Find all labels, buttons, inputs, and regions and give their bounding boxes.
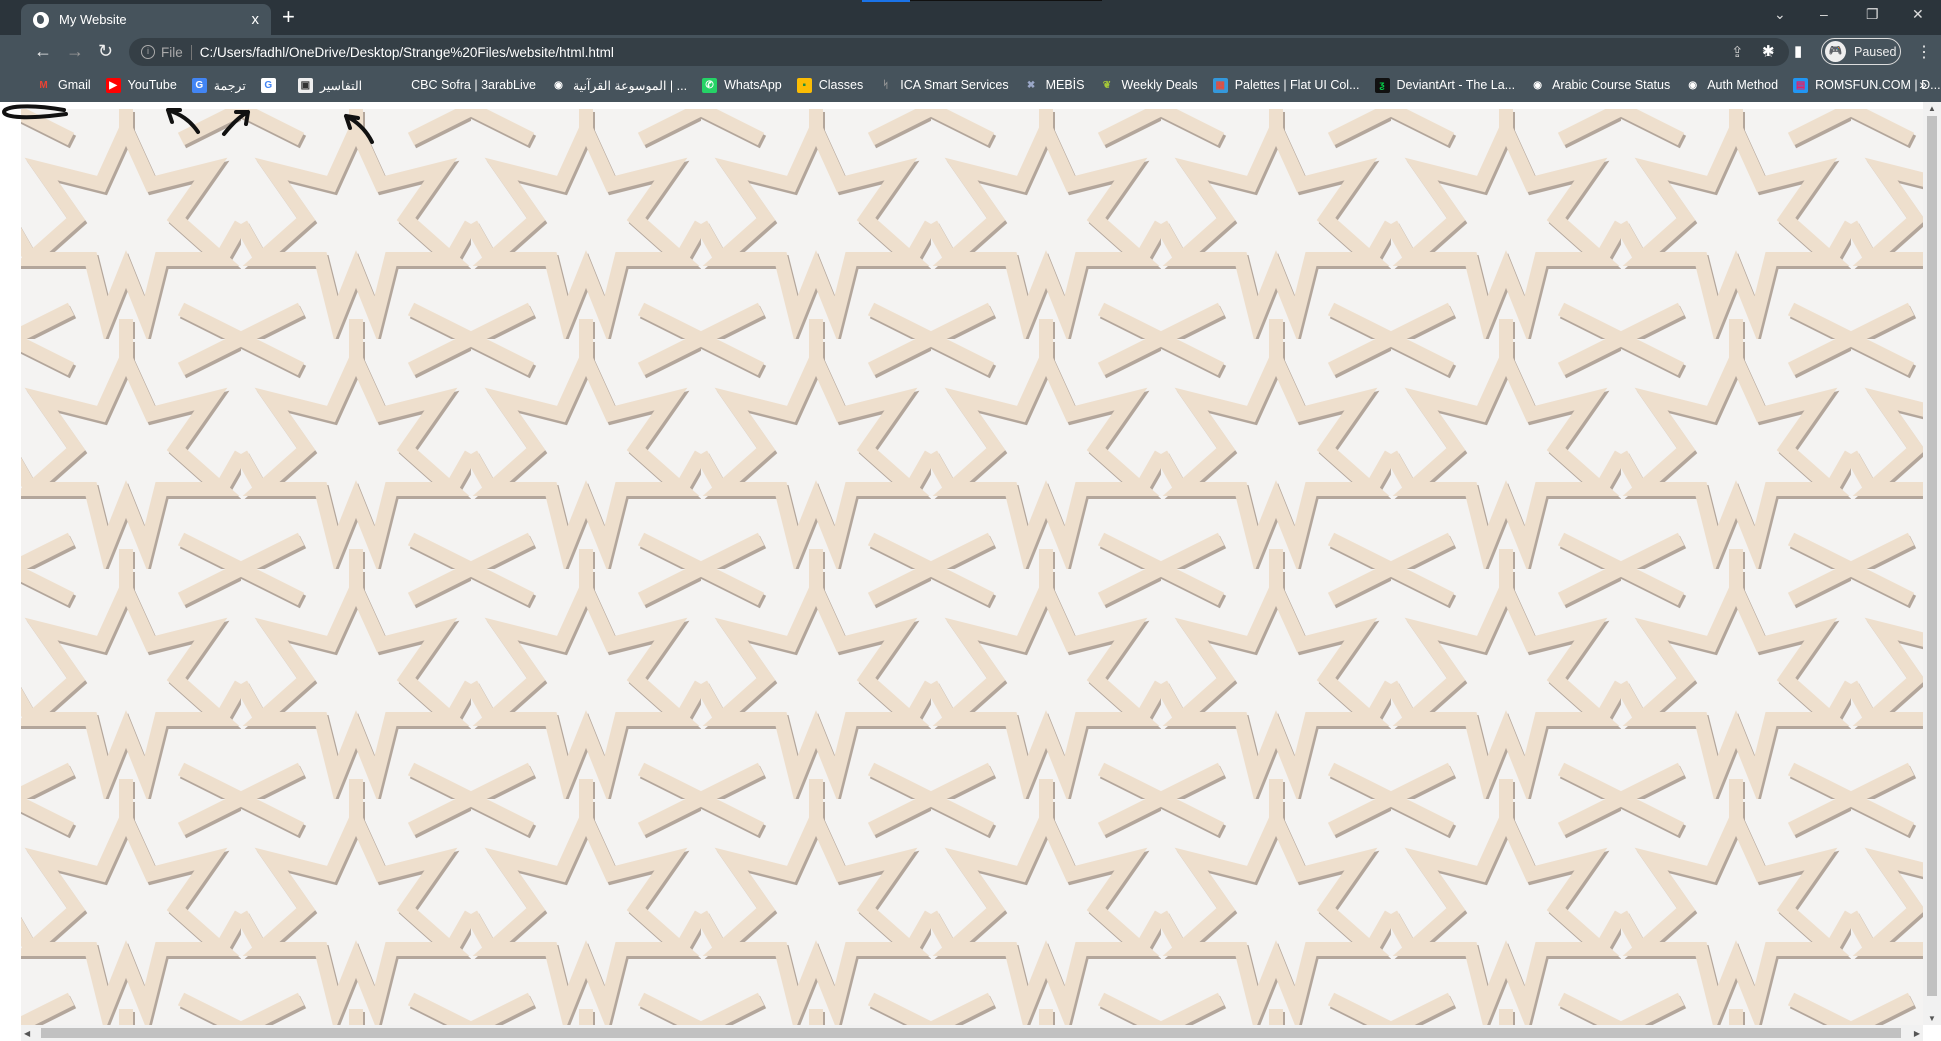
share-icon[interactable]: ⇪ bbox=[1731, 43, 1744, 61]
bookmarks-more-button[interactable]: » bbox=[1919, 76, 1927, 92]
scroll-left-arrow[interactable]: ◀ bbox=[24, 1029, 30, 1038]
url-text[interactable]: C:/Users/fadhl/OneDrive/Desktop/Strange%… bbox=[200, 45, 614, 60]
tab-my-website[interactable]: My Website x bbox=[21, 4, 271, 35]
scroll-right-arrow[interactable]: ▶ bbox=[1914, 1029, 1920, 1038]
scheme-label: File bbox=[161, 44, 192, 60]
globe-icon bbox=[33, 11, 49, 28]
restore-button[interactable]: ❐ bbox=[1866, 6, 1879, 23]
classroom-icon: ▪ bbox=[796, 77, 812, 93]
vertical-scrollbar[interactable]: ▲ ▼ bbox=[1923, 102, 1941, 1025]
bookmark-label: MEBİS bbox=[1045, 78, 1085, 92]
menu-icon[interactable]: ⋮ bbox=[1916, 42, 1932, 62]
romsfun-icon: ▤ bbox=[1793, 77, 1809, 93]
google-icon: G bbox=[260, 77, 276, 93]
bookmark-item[interactable]: ✆ WhatsApp bbox=[702, 77, 782, 93]
close-window-button[interactable]: ✕ bbox=[1912, 6, 1924, 23]
youtube-icon: ▶ bbox=[105, 77, 121, 93]
bookmark-label: YouTube bbox=[127, 78, 177, 92]
tab-indicator bbox=[862, 0, 910, 2]
bookmark-item[interactable]: ▶ YouTube bbox=[105, 77, 177, 93]
bookmark-label: ترجمة bbox=[213, 78, 246, 93]
tab-indicator-line bbox=[910, 0, 1102, 1]
mebis-icon: ✖ bbox=[1026, 79, 1036, 91]
bookmark-label: ICA Smart Services bbox=[900, 78, 1009, 92]
google-translate-icon: G bbox=[191, 77, 207, 93]
leaf-icon: ❦ bbox=[1102, 79, 1112, 91]
bookmark-label: Arabic Course Status bbox=[1552, 78, 1671, 92]
bookmark-item[interactable]: G bbox=[260, 77, 283, 93]
back-button[interactable]: ← bbox=[34, 41, 52, 62]
bookmark-item[interactable]: ◉ Auth Method bbox=[1685, 78, 1778, 93]
bookmark-label: التفاسير bbox=[319, 78, 363, 93]
bookmark-item[interactable]: ❦ Weekly Deals bbox=[1100, 78, 1198, 93]
avatar: 🎮 bbox=[1825, 41, 1846, 62]
bookmark-item[interactable]: ▪ Classes bbox=[796, 77, 864, 93]
extensions-icon[interactable]: ✱ bbox=[1762, 42, 1775, 60]
globe-icon: ◉ bbox=[1688, 79, 1698, 91]
profile-status: Paused bbox=[1854, 44, 1897, 59]
bookmark-label: الموسوعة القرآنية | ... bbox=[572, 78, 688, 93]
bookmark-item[interactable]: ▦ Palettes | Flat UI Col... bbox=[1212, 77, 1360, 93]
horizontal-scrollbar[interactable]: ◀ ▶ bbox=[21, 1025, 1923, 1041]
whatsapp-icon: ✆ bbox=[702, 77, 718, 93]
geometric-pattern bbox=[21, 109, 1923, 1025]
bookmark-item[interactable]: ✖ MEBİS bbox=[1024, 78, 1085, 93]
side-panel-icon[interactable]: ▮ bbox=[1794, 42, 1802, 60]
vertical-scroll-thumb[interactable] bbox=[1927, 116, 1937, 996]
info-icon[interactable]: i bbox=[141, 45, 155, 59]
new-tab-button[interactable]: + bbox=[282, 4, 295, 30]
gmail-icon: M bbox=[39, 79, 48, 91]
bookmark-label: Auth Method bbox=[1707, 78, 1779, 92]
address-bar[interactable]: i File C:/Users/fadhl/OneDrive/Desktop/S… bbox=[129, 38, 1789, 66]
bookmark-item[interactable]: CBC Sofra | 3arabLive bbox=[377, 78, 536, 93]
bookmark-label: Palettes | Flat UI Col... bbox=[1234, 78, 1360, 92]
profile-button[interactable]: 🎮 Paused bbox=[1821, 38, 1901, 65]
deviantart-icon: ƺ bbox=[1374, 77, 1390, 93]
bookmark-label: Weekly Deals bbox=[1121, 78, 1198, 92]
bookmark-label: WhatsApp bbox=[724, 78, 782, 92]
horizontal-scroll-thumb[interactable] bbox=[41, 1028, 1901, 1038]
tab-search-button[interactable]: ⌄ bbox=[1774, 6, 1786, 23]
globe-icon: ◉ bbox=[554, 79, 563, 91]
bookmark-item[interactable]: ▣ التفاسير bbox=[297, 77, 363, 93]
globe-icon: ◉ bbox=[1533, 79, 1542, 91]
bookmark-item[interactable]: ◉ الموسوعة القرآنية | ... bbox=[551, 78, 687, 93]
forward-button[interactable]: → bbox=[66, 41, 84, 62]
bookmark-item[interactable]: M Gmail bbox=[36, 78, 91, 93]
bookmark-item[interactable]: G ترجمة bbox=[191, 77, 246, 93]
bookmark-label: CBC Sofra | 3arabLive bbox=[411, 78, 536, 92]
bookmark-item[interactable]: ◉ Arabic Course Status bbox=[1530, 78, 1670, 93]
bookmark-item[interactable]: ƺ DeviantArt - The La... bbox=[1374, 77, 1516, 93]
bookmark-label: DeviantArt - The La... bbox=[1396, 78, 1516, 92]
scroll-up-arrow[interactable]: ▲ bbox=[1928, 104, 1936, 113]
ica-icon: ᛋ bbox=[882, 79, 889, 91]
tab-strip: My Website x + ⌄ – ❐ ✕ bbox=[0, 0, 1941, 35]
bookmarks-bar: M Gmail ▶ YouTube G ترجمة G ▣ التفاسير CBC Sofra … bbox=[0, 68, 1941, 102]
scroll-down-arrow[interactable]: ▼ bbox=[1928, 1014, 1936, 1023]
palette-icon: ▦ bbox=[1212, 77, 1228, 93]
tab-title: My Website bbox=[59, 12, 127, 27]
bookmark-label: Gmail bbox=[58, 78, 91, 92]
minimize-button[interactable]: – bbox=[1820, 6, 1828, 22]
bookmark-label: Classes bbox=[818, 78, 864, 92]
reload-button[interactable]: ↻ bbox=[98, 41, 113, 62]
page-background bbox=[21, 109, 1923, 1025]
toolbar: ← → ↻ i File C:/Users/fadhl/OneDrive/Des… bbox=[0, 35, 1941, 68]
bookmark-item[interactable]: ᛋ ICA Smart Services bbox=[878, 78, 1009, 93]
book-icon: ▣ bbox=[297, 77, 313, 93]
tab-close-button[interactable]: x bbox=[252, 11, 260, 28]
